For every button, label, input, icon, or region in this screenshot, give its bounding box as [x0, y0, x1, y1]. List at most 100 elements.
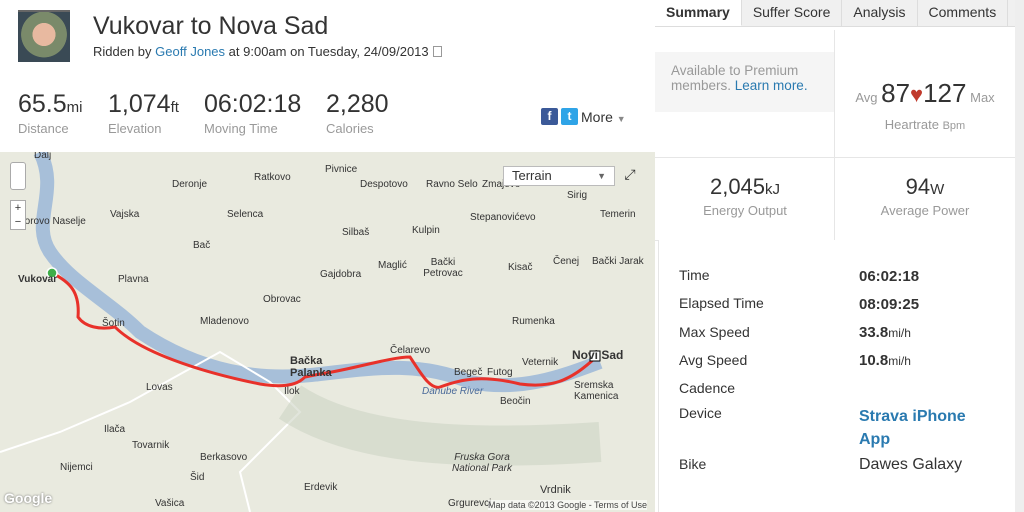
- map-label: Lovas: [146, 382, 173, 393]
- detail-label: Device: [679, 405, 722, 421]
- map-label: Sirig: [567, 190, 588, 201]
- heartrate-stat: Avg 87♥127 Max Heartrate Bpm: [855, 78, 995, 132]
- stat-distance: 65.5mi Distance: [18, 90, 83, 136]
- map-type-select[interactable]: Terrain ▼: [503, 166, 615, 186]
- detail-value: 33.8mi/h: [859, 324, 911, 341]
- map-label: Pivnice: [325, 164, 358, 175]
- activity-byline: Ridden by Geoff Jones at 9:00am on Tuesd…: [93, 44, 442, 59]
- map-label: Despotovo: [360, 179, 408, 190]
- tab-bar: Summary Suffer Score Analysis Comments: [655, 0, 1015, 27]
- map-label: Vukovar: [18, 274, 58, 285]
- map-label: Gajdobra: [320, 269, 362, 280]
- map-label: Begeč: [454, 367, 483, 378]
- map-label: Veternik: [522, 357, 559, 368]
- learn-more-link[interactable]: Learn more.: [735, 78, 808, 93]
- map-label: Bačka Palanka: [290, 355, 332, 379]
- energy-stat: 2,045kJ Energy Output: [703, 174, 787, 218]
- device-link[interactable]: Strava iPhone App: [859, 405, 989, 451]
- detail-label: Time: [679, 267, 710, 283]
- detail-value: 06:02:18: [859, 268, 920, 285]
- map-label: Kisač: [508, 262, 533, 273]
- map-label: Bač: [193, 240, 211, 251]
- more-button[interactable]: More ▼: [581, 109, 626, 125]
- detail-label: Cadence: [679, 380, 736, 396]
- stat-calories: 2,280 Calories: [326, 90, 389, 136]
- map-label: Ilača: [104, 424, 126, 435]
- map-label: Beočin: [500, 396, 531, 407]
- page-title: Vukovar to Nova Sad: [93, 12, 329, 40]
- google-logo: Google: [4, 490, 53, 506]
- map-label: Nijemci: [60, 462, 93, 473]
- tab-comments[interactable]: Comments: [918, 0, 1009, 26]
- map-label: Fruska Gora National Park: [451, 452, 513, 474]
- map-label: Vajska: [110, 209, 140, 220]
- map-attribution[interactable]: Map data ©2013 Google - Terms of Use: [488, 500, 648, 510]
- map-label: Čelarevo: [390, 345, 431, 356]
- map-label: Dalj: [34, 152, 52, 161]
- map-label: Novi Sad: [572, 348, 624, 362]
- map-label: Deronje: [172, 179, 208, 190]
- map-label: Ratkovo: [254, 172, 291, 183]
- fullscreen-icon[interactable]: ⤢: [620, 166, 640, 186]
- hills: [278, 385, 602, 466]
- twitter-icon[interactable]: t: [561, 108, 578, 125]
- map-label: Šotin: [102, 318, 125, 329]
- map-label: Ravno Selo: [426, 179, 478, 190]
- detail-label: Avg Speed: [679, 352, 748, 368]
- map-label: Futog: [487, 367, 513, 378]
- tab-suffer-score[interactable]: Suffer Score: [742, 0, 843, 26]
- bike-value: Dawes Galaxy: [859, 456, 963, 473]
- activity-date: at 9:00am on Tuesday, 24/09/2013: [228, 44, 429, 59]
- map-label: Stepanovićevo: [470, 212, 536, 223]
- map-label: Kulpin: [412, 225, 440, 236]
- map-label: Ilok: [284, 386, 300, 397]
- chevron-down-icon: ▼: [616, 113, 626, 124]
- map-label: Erdevik: [304, 482, 338, 493]
- map-label: Šid: [190, 472, 205, 483]
- route-map[interactable]: Dalj Deronje Ratkovo Pivnice Despotovo R…: [0, 152, 655, 512]
- map-label: Maglić: [378, 260, 407, 271]
- tab-analysis[interactable]: Analysis: [842, 0, 918, 26]
- map-label: Čenej: [553, 256, 580, 267]
- detail-label: Bike: [679, 456, 707, 472]
- premium-notice: Available to Premium members. Learn more…: [655, 52, 835, 112]
- map-label: Mladenovo: [200, 316, 249, 327]
- stat-elevation: 1,074ft Elevation: [108, 90, 179, 136]
- detail-value: 08:09:25: [859, 296, 920, 313]
- map-label: Tovarnik: [132, 440, 170, 451]
- map-label: Danube River: [422, 386, 484, 397]
- map-label: Silbaš: [342, 227, 370, 238]
- calendar-icon[interactable]: [432, 46, 442, 57]
- street-view-pegman-icon[interactable]: [10, 162, 26, 190]
- map-label: Selenca: [227, 209, 264, 220]
- chevron-down-icon: ▼: [597, 171, 606, 181]
- map-label: Vrdnik: [540, 484, 571, 496]
- facebook-icon[interactable]: f: [541, 108, 558, 125]
- map-label: Plavna: [118, 274, 149, 285]
- map-label: Grgurevci: [448, 498, 492, 509]
- heart-icon: ♥: [910, 82, 924, 107]
- avatar[interactable]: [18, 10, 70, 62]
- share-bar: f t More ▼: [541, 108, 626, 125]
- map-label: Temerin: [600, 209, 636, 220]
- map-label: Bački Jarak: [592, 256, 644, 267]
- zoom-control[interactable]: + −: [10, 200, 26, 230]
- tab-summary[interactable]: Summary: [655, 0, 742, 26]
- detail-value: 10.8mi/h: [859, 352, 911, 369]
- details-table: Time 06:02:18 Elapsed Time 08:09:25 Max Sp…: [658, 240, 1015, 512]
- map-label: Rumenka: [512, 316, 555, 327]
- map-label: Vašica: [155, 498, 185, 509]
- divider: [655, 157, 1015, 158]
- power-stat: 94W Average Power: [880, 174, 970, 218]
- map-canvas: [0, 152, 603, 512]
- map-label: Sremska Kamenica: [574, 380, 619, 402]
- scrollbar[interactable]: [1015, 0, 1024, 512]
- map-label: Borovo Naselje: [18, 216, 86, 227]
- map-label: Berkasovo: [200, 452, 248, 463]
- ridden-by-label: Ridden by: [93, 44, 152, 59]
- athlete-link[interactable]: Geoff Jones: [155, 44, 225, 59]
- map-label: Bački Petrovac: [423, 257, 463, 279]
- stat-moving-time: 06:02:18 Moving Time: [204, 90, 302, 136]
- map-label: Obrovac: [263, 294, 301, 305]
- detail-label: Elapsed Time: [679, 295, 764, 311]
